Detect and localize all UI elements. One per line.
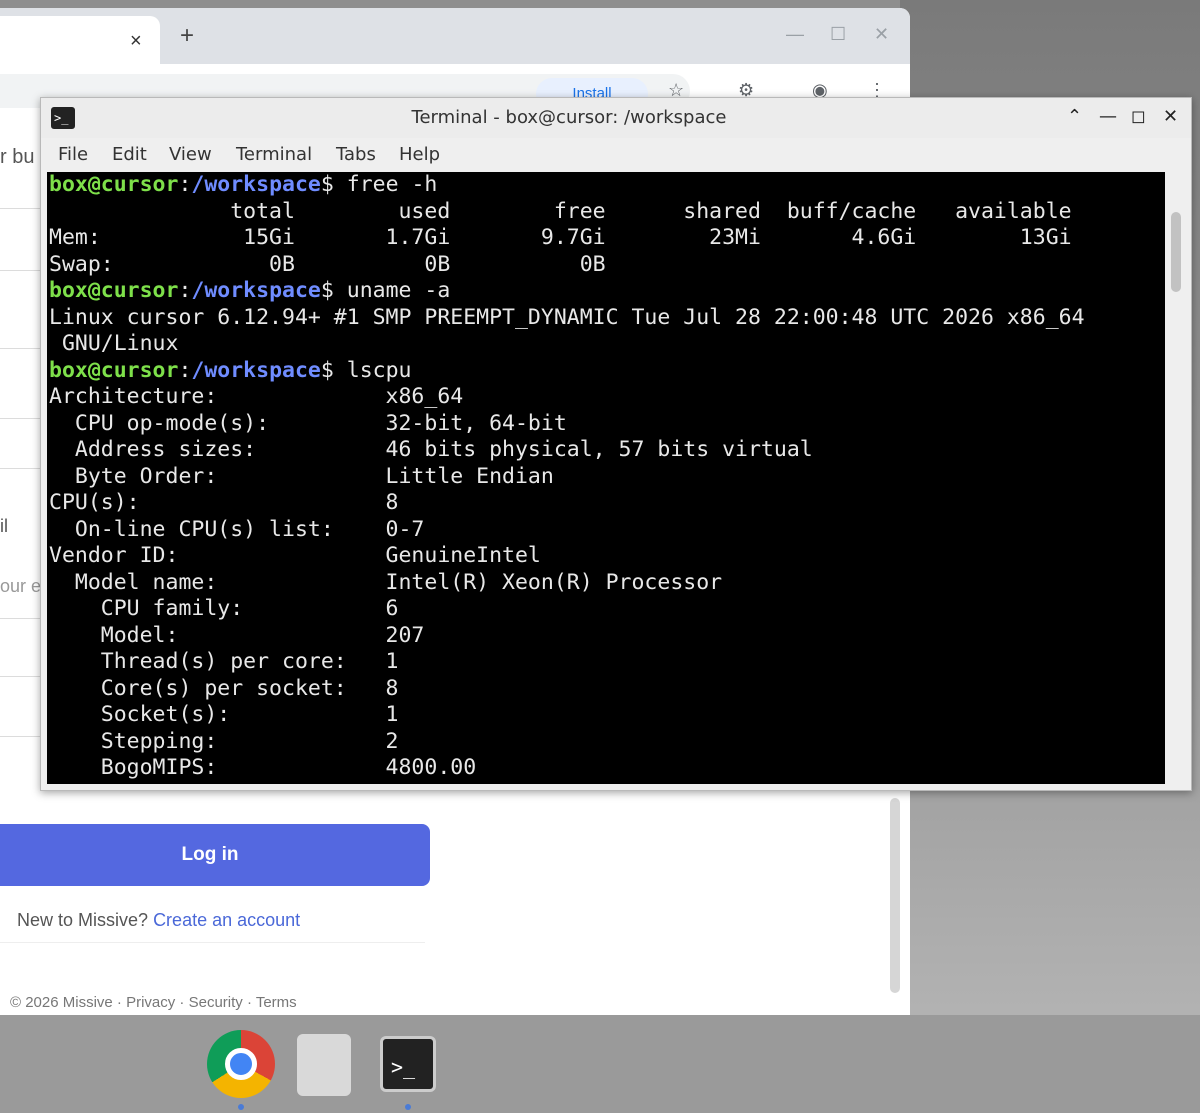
- prompt-user-host: box@cursor: [49, 278, 179, 303]
- browser-tabstrip: × + — ☐ ✕: [0, 8, 910, 64]
- terminal-minimize-icon[interactable]: —: [1099, 106, 1117, 127]
- output-line: BogoMIPS: 4800.00: [49, 755, 477, 780]
- email-input[interactable]: our e: [0, 576, 41, 597]
- email-label-fragment: il: [0, 516, 8, 536]
- terminal-maximize-icon[interactable]: ◻: [1131, 106, 1146, 127]
- prompt-user-host: box@cursor: [49, 357, 179, 383]
- terminal-title: Terminal - box@cursor: /workspace: [411, 107, 727, 128]
- output-line: Mem: 15Gi 1.7Gi 9.7Gi 23Mi 4.6Gi 13Gi: [49, 225, 1072, 250]
- terminal-running-indicator: [405, 1104, 411, 1110]
- output-line: Byte Order: Little Endian: [49, 463, 554, 489]
- signup-prompt-text: New to Missive?: [17, 910, 149, 930]
- prompt-path: /workspace: [191, 172, 321, 197]
- menu-view[interactable]: View: [169, 144, 212, 165]
- terminal-scrollbar-thumb[interactable]: [1171, 212, 1181, 292]
- command-text: free -h: [346, 172, 438, 197]
- prompt-path: /workspace: [191, 357, 321, 383]
- prompt-sign: $: [320, 357, 334, 383]
- form-divider: [0, 618, 40, 619]
- page-text-fragment: r bu: [0, 146, 35, 168]
- chrome-icon-center: [225, 1048, 257, 1080]
- taskbar: [0, 1015, 1200, 1113]
- page-scrollbar[interactable]: [890, 798, 900, 993]
- form-divider: [0, 676, 40, 677]
- chrome-icon[interactable]: [207, 1030, 275, 1098]
- browser-close-icon[interactable]: ✕: [874, 24, 889, 45]
- create-account-link[interactable]: Create an account: [153, 910, 300, 930]
- prompt-line: box@cursor:/workspace$ lscpu: [49, 357, 412, 383]
- output-line: Socket(s): 1: [49, 702, 399, 727]
- terminal-dock-icon[interactable]: >_: [380, 1036, 436, 1092]
- output-line: Stepping: 2: [49, 728, 399, 754]
- terminal-window: >_ Terminal - box@cursor: /workspace ⌃ —…: [40, 97, 1192, 791]
- prompt-sign: $: [320, 278, 334, 303]
- chrome-running-indicator: [238, 1104, 244, 1110]
- menu-terminal[interactable]: Terminal: [236, 144, 312, 165]
- terminal-scrollbar[interactable]: [1169, 172, 1185, 784]
- browser-tab[interactable]: ×: [0, 16, 160, 64]
- output-line: On-line CPU(s) list: 0-7: [49, 516, 425, 542]
- terminal-menubar: File Edit View Terminal Tabs Help: [41, 138, 1191, 170]
- signup-prompt: New to Missive? Create an account: [17, 910, 300, 931]
- login-button-label: Log in: [181, 844, 239, 865]
- prompt-sign: $: [320, 172, 334, 197]
- terminal-output[interactable]: box@cursor:/workspace$ free -h total use…: [47, 172, 1165, 784]
- prompt-user-host: box@cursor: [49, 172, 179, 197]
- form-divider: [0, 468, 40, 469]
- login-button[interactable]: Log in: [0, 824, 430, 886]
- output-line: total used free shared buff/cache availa…: [49, 198, 1072, 224]
- output-line: Linux cursor 6.12.94+ #1 SMP PREEMPT_DYN…: [49, 304, 1085, 330]
- output-line: CPU op-mode(s): 32-bit, 64-bit: [49, 410, 567, 436]
- menu-file[interactable]: File: [58, 144, 88, 165]
- form-divider: [0, 208, 40, 209]
- output-line: Core(s) per socket: 8: [49, 675, 399, 701]
- file-manager-icon[interactable]: [297, 1034, 351, 1096]
- footer-divider: [0, 942, 425, 943]
- menu-edit[interactable]: Edit: [112, 144, 147, 165]
- menu-tabs[interactable]: Tabs: [336, 144, 376, 165]
- prompt-path: /workspace: [191, 278, 321, 303]
- command-text: lscpu: [346, 357, 412, 383]
- output-line: CPU(s): 8: [49, 490, 399, 515]
- output-line: Address sizes: 46 bits physical, 57 bits…: [49, 437, 813, 462]
- output-line: Model: 207: [49, 622, 425, 648]
- output-line: Vendor ID: GenuineIntel: [49, 543, 541, 568]
- output-line: GNU/Linux: [49, 331, 179, 356]
- output-line: Model name: Intel(R) Xeon(R) Processor: [49, 569, 723, 595]
- prompt-line: box@cursor:/workspace$ uname -a: [49, 278, 451, 303]
- terminal-shade-icon[interactable]: ⌃: [1067, 106, 1082, 127]
- output-line: Thread(s) per core: 1: [49, 649, 399, 674]
- form-divider: [0, 348, 40, 349]
- menu-help[interactable]: Help: [399, 144, 440, 165]
- command-text: uname -a: [346, 278, 451, 303]
- page-footer: © 2026 Missive · Privacy · Security · Te…: [10, 994, 297, 1011]
- new-tab-icon[interactable]: +: [180, 22, 194, 50]
- form-divider: [0, 418, 40, 419]
- terminal-titlebar[interactable]: >_ Terminal - box@cursor: /workspace ⌃ —…: [41, 98, 1191, 138]
- prompt-line: box@cursor:/workspace$ free -h: [49, 172, 438, 197]
- form-divider: [0, 270, 40, 271]
- output-line: Swap: 0B 0B 0B: [49, 251, 606, 277]
- form-divider: [0, 736, 40, 737]
- output-line: Architecture: x86_64: [49, 384, 464, 409]
- tab-close-icon[interactable]: ×: [130, 30, 142, 53]
- terminal-close-icon[interactable]: ✕: [1163, 106, 1178, 127]
- browser-minimize-icon[interactable]: —: [786, 24, 804, 45]
- browser-maximize-icon[interactable]: ☐: [830, 24, 846, 45]
- output-line: CPU family: 6: [49, 596, 399, 621]
